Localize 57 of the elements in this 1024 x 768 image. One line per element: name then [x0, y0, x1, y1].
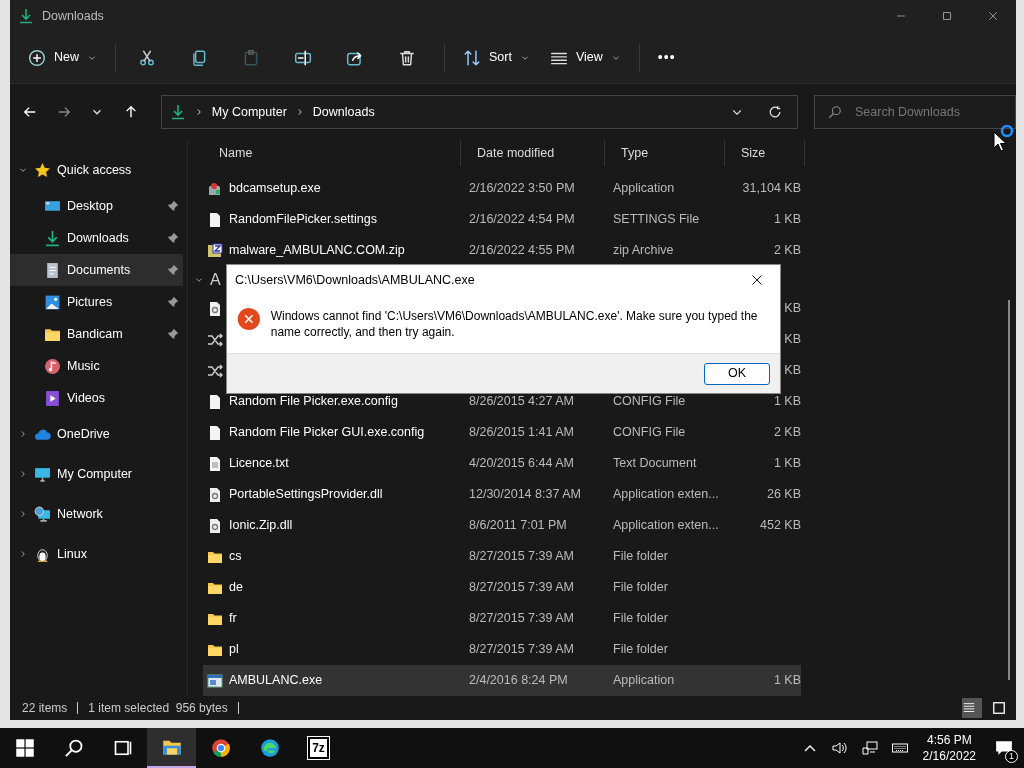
file-name: AMBULANC.exe	[229, 672, 323, 690]
file-type: CONFIG File	[613, 394, 686, 409]
file-size: 31,104 KB	[742, 181, 801, 196]
file-name: Random File Picker GUI.exe.config	[229, 424, 425, 442]
file-type: File folder	[613, 580, 668, 595]
file-size: KB	[784, 301, 801, 316]
selection-info: 1 item selected 956 bytes	[88, 700, 228, 717]
file-type: Application	[613, 181, 675, 196]
file-date: 2/16/2022 3:50 PM	[469, 181, 575, 196]
file-name: pl	[229, 641, 239, 659]
file-date: 8/27/2015 7:39 AM	[469, 611, 574, 626]
notification-count: 1	[1005, 750, 1018, 763]
file-type: Application exten...	[613, 518, 719, 533]
file-type: File folder	[613, 611, 668, 626]
file-date: 8/27/2015 7:39 AM	[469, 580, 574, 595]
file-date: 2/16/2022 4:55 PM	[469, 243, 575, 258]
file-name: Licence.txt	[229, 455, 289, 473]
file-date: 2/4/2016 8:24 PM	[469, 673, 568, 688]
file-date: 8/6/2011 7:01 PM	[469, 518, 567, 533]
file-date: 8/27/2015 7:39 AM	[469, 549, 574, 564]
file-size: 1 KB	[773, 456, 801, 471]
file-date: 2/16/2022 4:54 PM	[469, 212, 575, 227]
file-type: File folder	[613, 642, 668, 657]
file-size: 452 KB	[760, 518, 801, 533]
file-size: 26 KB	[766, 487, 801, 502]
file-type: Application	[613, 673, 675, 688]
file-name: bdcamsetup.exe	[229, 180, 321, 198]
file-type: File folder	[613, 549, 668, 564]
item-count: 22 items	[22, 700, 68, 717]
file-name: fr	[229, 610, 237, 628]
file-name: de	[229, 579, 243, 597]
file-type: CONFIG File	[613, 425, 686, 440]
file-size: 1 KB	[773, 673, 801, 688]
dialog-title: C:\Users\VM6\Downloads\AMBULANC.exe	[235, 271, 475, 289]
file-name: Random File Picker.exe.config	[229, 393, 398, 411]
file-size: KB	[784, 363, 801, 378]
file-date: 8/27/2015 7:39 AM	[469, 642, 574, 657]
file-size: 2 KB	[773, 425, 801, 440]
file-size: 1 KB	[773, 212, 801, 227]
file-size: 2 KB	[773, 243, 801, 258]
dialog-message: Windows cannot find 'C:\Users\VM6\Downloads\AMBULANC.exe'. Make sure you typed the name correctly, and then try again.	[270, 308, 759, 341]
file-type: Text Document	[613, 456, 697, 471]
file-name: RandomFilePicker.settings	[229, 211, 377, 229]
file-date: 8/26/2015 1:41 AM	[469, 425, 574, 440]
file-name: PortableSettingsProvider.dll	[229, 486, 383, 504]
file-date: 4/20/2015 6:44 AM	[469, 456, 574, 471]
file-type: Application exten...	[613, 487, 719, 502]
file-name: Ionic.Zip.dll	[229, 517, 293, 535]
file-size: 1 KB	[773, 394, 801, 409]
file-name: malware_AMBULANC.COM.zip	[229, 242, 405, 260]
file-size: KB	[784, 332, 801, 347]
window-title: Downloads	[42, 7, 104, 25]
file-name: cs	[229, 548, 242, 566]
file-date: 8/26/2015 4:27 AM	[469, 394, 574, 409]
file-type: zip Archive	[613, 243, 674, 258]
file-date: 12/30/2014 8:37 AM	[469, 487, 581, 502]
file-type: SETTINGS File	[613, 212, 700, 227]
